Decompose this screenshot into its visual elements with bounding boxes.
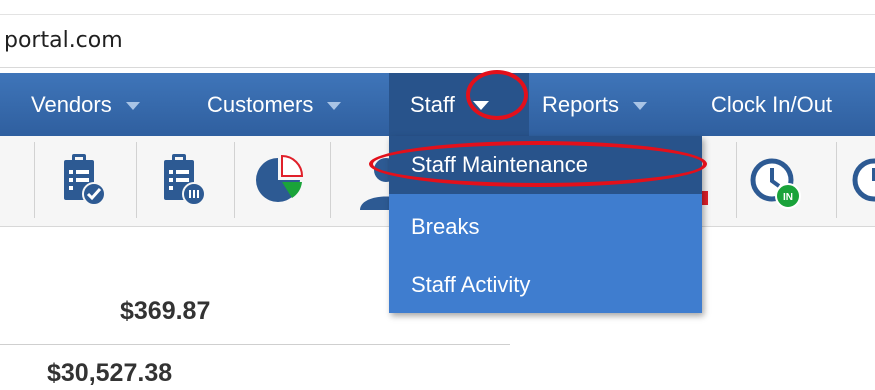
nav-clock-in-out[interactable]: Clock In/Out <box>711 73 832 136</box>
nav-vendors[interactable]: Vendors <box>31 73 140 136</box>
menu-item-breaks-label: Breaks <box>411 214 480 239</box>
toolbar-separator <box>736 142 737 218</box>
nav-clock-in-out-label: Clock In/Out <box>711 91 833 117</box>
browser-top-strip <box>0 0 875 15</box>
amount-value-2: $30,527.38 <box>47 359 173 387</box>
summary-divider <box>0 344 510 345</box>
toolbar-icon-fragment <box>702 191 708 205</box>
toolbar-separator <box>836 142 837 218</box>
clock-icon[interactable] <box>848 156 875 212</box>
staff-dropdown-menu: Staff Maintenance Breaks Staff Activity <box>389 136 702 313</box>
main-nav-bar: Vendors Customers Staff Reports Clock In… <box>0 73 875 136</box>
toolbar-separator <box>234 142 235 218</box>
url-text: portal.com <box>4 28 123 53</box>
chevron-down-icon <box>125 101 140 110</box>
nav-staff[interactable]: Staff <box>389 73 529 136</box>
toolbar-separator <box>136 142 137 218</box>
chevron-down-icon <box>327 101 342 110</box>
toolbar-separator <box>34 142 35 218</box>
menu-item-staff-maintenance[interactable]: Staff Maintenance <box>389 136 702 194</box>
chevron-down-icon <box>633 101 648 110</box>
menu-item-staff-activity[interactable]: Staff Activity <box>389 256 702 314</box>
clipboard-list-icon[interactable] <box>162 150 208 208</box>
address-bar[interactable]: portal.com <box>0 15 875 68</box>
amount-value-1: $369.87 <box>120 297 211 325</box>
nav-customers-label: Customers <box>207 91 314 117</box>
clock-in-icon[interactable]: IN <box>748 156 804 212</box>
clock-in-badge-text: IN <box>783 192 793 203</box>
toolbar-separator <box>330 142 331 218</box>
chevron-down-icon <box>472 101 489 110</box>
nav-staff-label: Staff <box>410 91 455 117</box>
nav-vendors-label: Vendors <box>31 91 112 117</box>
nav-customers[interactable]: Customers <box>207 73 342 136</box>
nav-reports[interactable]: Reports <box>542 73 648 136</box>
nav-reports-label: Reports <box>542 91 620 117</box>
menu-item-breaks[interactable]: Breaks <box>389 198 702 256</box>
menu-item-staff-maintenance-label: Staff Maintenance <box>411 152 588 177</box>
menu-item-staff-activity-label: Staff Activity <box>411 272 531 297</box>
pie-chart-icon[interactable] <box>254 152 310 208</box>
clipboard-check-icon[interactable] <box>62 150 108 208</box>
